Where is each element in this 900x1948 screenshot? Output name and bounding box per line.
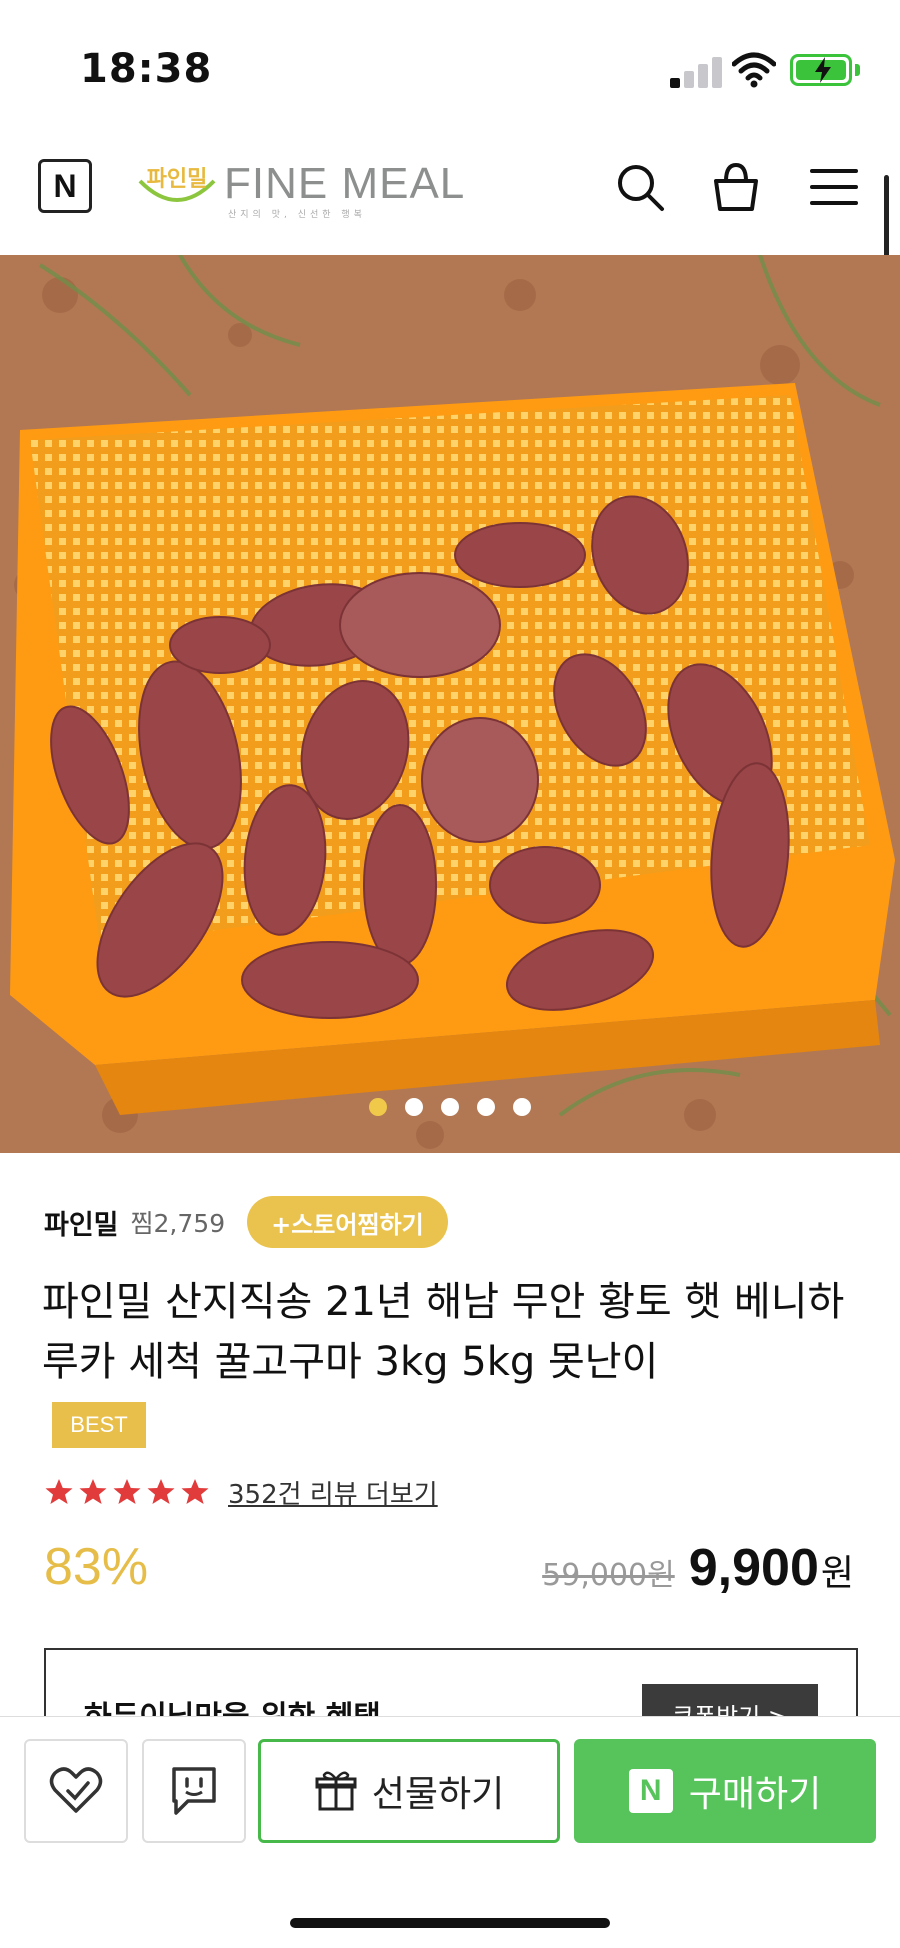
header: N 파인밀 FINE MEAL 산지의 맛, 신선한 행복 [0,135,900,255]
rating-stars [44,1477,210,1507]
svg-text:파인밀: 파인밀 [147,167,208,192]
buy-label: 구매하기 [688,1774,822,1815]
naver-n-logo[interactable]: N [38,159,92,213]
review-link[interactable]: 352건 리뷰 더보기 [228,1474,438,1511]
carousel-dot[interactable] [513,1098,531,1116]
carousel-dot[interactable] [477,1098,495,1116]
store-follow-button[interactable]: +스토어찜하기 [247,1196,448,1248]
sale-price: 9,900 [688,1539,819,1597]
star-icon [79,1479,107,1504]
talktalk-button[interactable] [142,1739,246,1843]
carousel-dot[interactable] [369,1098,387,1116]
store-row: 파인밀 찜2,759 +스토어찜하기 [44,1195,448,1249]
cellular-signal-icon [670,56,724,88]
naver-pay-n-icon: N [628,1769,673,1813]
brand-badge-logo: 파인밀 [138,167,216,202]
store-name[interactable]: 파인밀 [44,1203,119,1242]
brand-name: FINE MEAL [224,159,466,208]
search-icon[interactable] [614,161,666,213]
star-icon [147,1479,175,1504]
status-time: 18:38 [80,46,213,92]
bottom-action-bar: 선물하기 N 구매하기 [0,1716,900,1948]
chat-bubble-icon [172,1767,216,1815]
wifi-icon [732,52,776,88]
buy-button[interactable]: N 구매하기 [574,1739,876,1843]
price-area: 59,000원 9,900 원 [542,1538,854,1598]
rating-row: 352건 리뷰 더보기 [44,1472,438,1512]
status-bar: 18:38 [0,0,900,130]
charging-bolt-icon [815,57,831,83]
shopping-bag-icon[interactable] [710,161,762,213]
wishlist-button[interactable] [24,1739,128,1843]
heart-check-icon [49,1767,103,1813]
carousel-dot[interactable] [441,1098,459,1116]
home-indicator [290,1918,610,1928]
menu-icon[interactable] [808,161,860,213]
best-badge: BEST [52,1402,146,1448]
gift-button[interactable]: 선물하기 [258,1739,560,1843]
carousel-dot[interactable] [405,1098,423,1116]
product-image[interactable] [0,255,900,1153]
store-zzim-count: 찜2,759 [130,1209,226,1238]
original-price: 59,000원 [542,1558,675,1593]
sweet-potato-basket-image [0,255,900,1153]
product-title: 파인밀 산지직송 21년 해남 무안 황토 햇 베니하루카 세척 꿀고구마 3k… [42,1279,845,1385]
star-icon [113,1479,141,1504]
gift-label: 선물하기 [371,1774,505,1815]
star-icon [181,1479,209,1504]
sale-price-unit: 원 [820,1553,854,1594]
gift-icon [315,1771,357,1811]
carousel-dots[interactable] [0,1098,900,1122]
star-icon [45,1479,73,1504]
discount-rate: 83% [44,1538,149,1596]
brand-slogan: 산지의 맛, 신선한 행복 [228,210,366,220]
